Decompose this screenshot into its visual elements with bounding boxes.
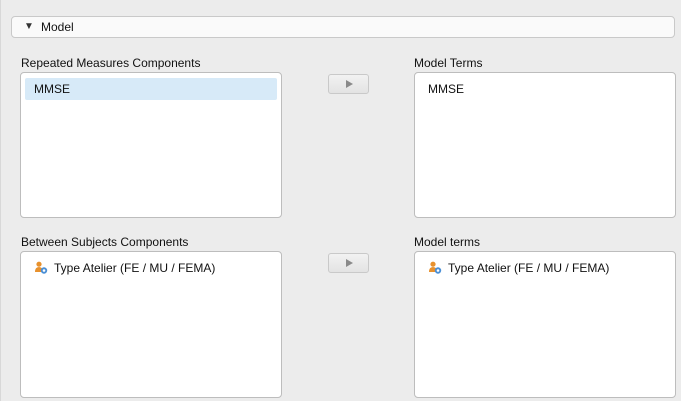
repeated-measures-label: Repeated Measures Components xyxy=(21,56,201,70)
model-panel: ▼ Model Repeated Measures Components MMS… xyxy=(0,0,681,401)
model-terms-lower-list[interactable]: Type Atelier (FE / MU / FEMA) xyxy=(414,251,676,398)
list-item-label: MMSE xyxy=(34,82,70,96)
list-item[interactable]: Type Atelier (FE / MU / FEMA) xyxy=(25,257,277,279)
nominal-variable-icon xyxy=(428,259,442,274)
between-subjects-label: Between Subjects Components xyxy=(21,235,189,249)
list-item-label: Type Atelier (FE / MU / FEMA) xyxy=(448,261,610,275)
model-section-header[interactable]: ▼ Model xyxy=(11,16,675,38)
list-item[interactable]: MMSE xyxy=(419,78,671,100)
list-item[interactable]: MMSE xyxy=(25,78,277,100)
assign-to-model-terms-button[interactable] xyxy=(328,74,369,94)
between-subjects-list[interactable]: Type Atelier (FE / MU / FEMA) xyxy=(20,251,282,398)
model-terms-label: Model Terms xyxy=(414,56,483,70)
list-item-label: MMSE xyxy=(428,82,464,96)
section-title: Model xyxy=(41,20,74,34)
assign-to-model-terms-button[interactable] xyxy=(328,253,369,273)
repeated-measures-list[interactable]: MMSE xyxy=(20,72,282,218)
model-terms-list[interactable]: MMSE xyxy=(414,72,676,218)
list-item[interactable]: Type Atelier (FE / MU / FEMA) xyxy=(419,257,671,279)
nominal-variable-icon xyxy=(34,259,48,274)
right-arrow-icon xyxy=(346,80,353,88)
model-terms-lower-label: Model terms xyxy=(414,235,481,249)
collapse-caret-icon[interactable]: ▼ xyxy=(24,21,34,32)
right-arrow-icon xyxy=(346,259,353,267)
list-item-label: Type Atelier (FE / MU / FEMA) xyxy=(54,261,216,275)
